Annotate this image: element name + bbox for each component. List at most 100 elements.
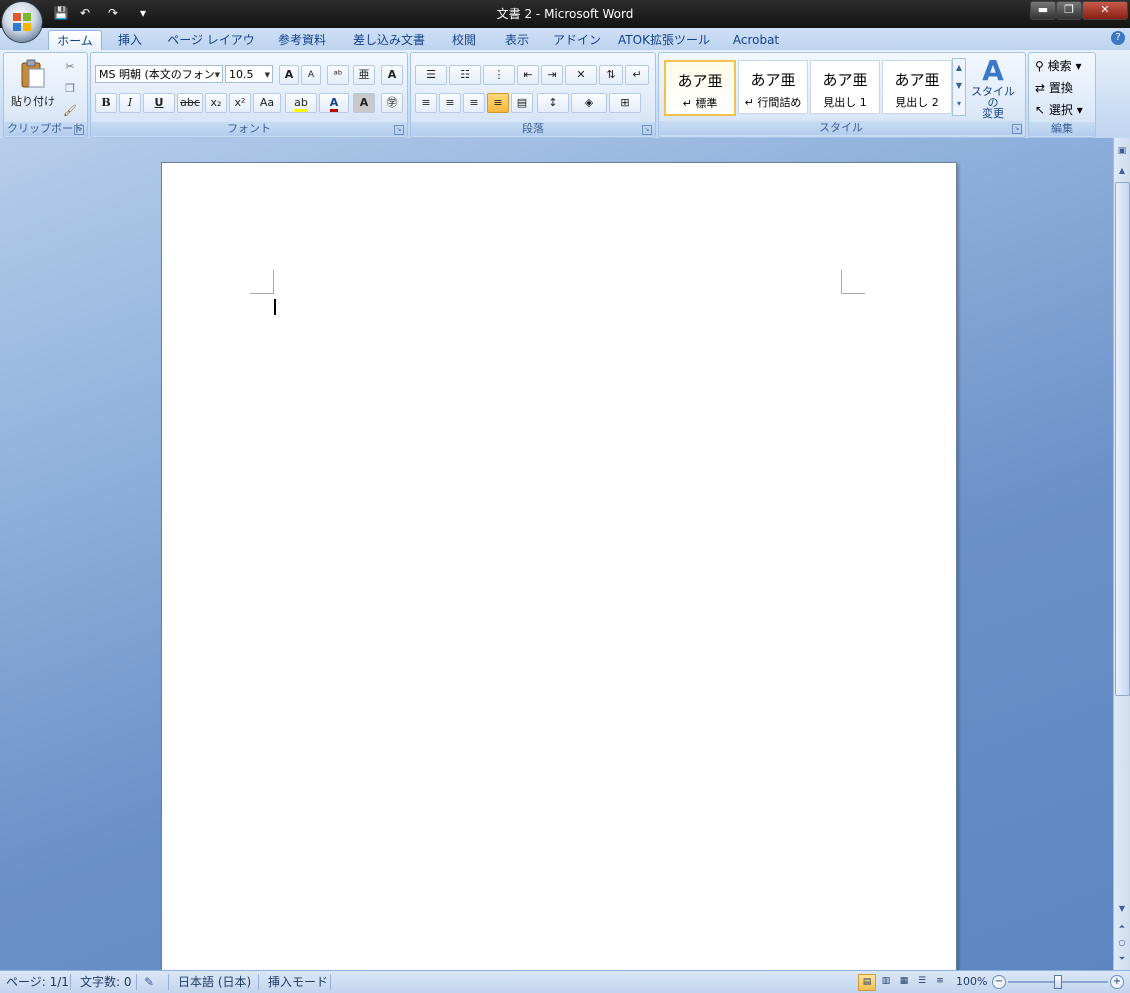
customize-qat-icon[interactable]: ▾ [134, 5, 152, 21]
tab-home[interactable]: ホーム [48, 30, 102, 51]
font-size-combo[interactable]: 10.5 ▼ [225, 65, 273, 83]
minimize-button[interactable]: ▬ [1030, 1, 1056, 20]
zoom-level[interactable]: 100% [956, 974, 987, 990]
clipboard-group: 貼り付け ✂ ❐ 🖌 クリップボード ↘ [3, 52, 88, 138]
subscript-button[interactable]: x₂ [205, 93, 227, 113]
align-center-icon[interactable]: ≡ [439, 93, 461, 113]
language-indicator[interactable]: 日本語 (日本) [178, 974, 251, 990]
style-heading-1[interactable]: あア亜 見出し 1 [810, 60, 880, 114]
change-styles-button[interactable]: A スタイルの 変更 [968, 56, 1018, 120]
restore-button[interactable]: ❐ [1056, 1, 1082, 20]
next-page-icon[interactable]: ⏷ [1116, 954, 1128, 966]
italic-button[interactable]: I [119, 93, 141, 113]
redo-icon[interactable]: ↷ [104, 5, 122, 21]
undo-icon[interactable]: ↶ [76, 5, 94, 21]
browse-object-icon[interactable]: ○ [1116, 938, 1128, 950]
clipboard-launcher-icon[interactable]: ↘ [74, 125, 84, 135]
tab-page-layout[interactable]: ページ レイアウト [162, 30, 260, 67]
scroll-thumb[interactable] [1115, 182, 1130, 696]
tab-mailings[interactable]: 差し込み文書 [346, 30, 432, 50]
borders-icon[interactable]: ⊞ [609, 93, 641, 113]
clear-format-icon[interactable]: ᵃᵇ [327, 65, 349, 85]
shrink-font-button[interactable]: A [301, 65, 321, 85]
multilevel-list-icon[interactable]: ⋮ [483, 65, 515, 85]
save-icon[interactable]: 💾 [52, 5, 70, 21]
underline-button[interactable]: U [143, 93, 175, 113]
ruler-toggle-icon[interactable]: ▣ [1116, 146, 1128, 160]
bullets-icon[interactable]: ☰ [415, 65, 447, 85]
tab-atok[interactable]: ATOK拡張ツール [616, 30, 712, 50]
change-case-button[interactable]: Aa [253, 93, 281, 113]
document-page[interactable] [161, 162, 957, 984]
zoom-out-icon[interactable]: − [992, 975, 1006, 989]
font-group-label: フォント [91, 122, 407, 136]
zoom-slider-thumb[interactable] [1054, 975, 1062, 989]
word-count[interactable]: 文字数: 0 [80, 974, 132, 990]
zoom-in-icon[interactable]: + [1110, 975, 1124, 989]
status-separator [330, 974, 331, 990]
style-normal[interactable]: あア亜 ↵ 標準 [664, 60, 736, 116]
tab-review[interactable]: 校閲 [444, 30, 484, 50]
select-button[interactable]: ↖ 選択 ▾ [1035, 101, 1093, 119]
tab-references[interactable]: 参考資料 [270, 30, 334, 50]
scroll-up-icon[interactable]: ▲ [1116, 166, 1128, 178]
justify-icon[interactable]: ≡ [487, 93, 509, 113]
copy-icon[interactable]: ❐ [58, 79, 82, 99]
paragraph-launcher-icon[interactable]: ↘ [642, 125, 652, 135]
close-button[interactable]: ✕ [1082, 1, 1128, 20]
draft-icon[interactable]: ≡ [932, 974, 948, 989]
styles-gallery-scroll[interactable]: ▲ ▼ ▾ [952, 58, 966, 116]
strikethrough-button[interactable]: abc [177, 93, 203, 113]
styles-launcher-icon[interactable]: ↘ [1012, 124, 1022, 134]
style-preview: あア亜 [750, 71, 796, 89]
align-right-icon[interactable]: ≡ [463, 93, 485, 113]
style-name: 見出し 2 [895, 96, 939, 109]
title-bar: 文書 2 - Microsoft Word 💾 ↶ ↷ ▾ ▬ ❐ ✕ [0, 0, 1130, 28]
font-name-combo[interactable]: MS 明朝 (本文のフォン ▼ [95, 65, 223, 83]
align-left-icon[interactable]: ≡ [415, 93, 437, 113]
format-painter-icon[interactable]: 🖌 [58, 101, 82, 121]
web-layout-icon[interactable]: ▦ [896, 974, 912, 989]
tab-insert[interactable]: 挿入 [110, 30, 150, 50]
scroll-down-icon[interactable]: ▼ [1116, 904, 1128, 916]
help-icon[interactable]: ? [1111, 31, 1125, 45]
numbering-icon[interactable]: ☷ [449, 65, 481, 85]
insert-mode-indicator[interactable]: 挿入モード [268, 974, 328, 990]
tab-view[interactable]: 表示 [496, 30, 538, 50]
superscript-button[interactable]: x² [229, 93, 251, 113]
font-color-icon[interactable]: A [319, 93, 349, 113]
bold-button[interactable]: B [95, 93, 117, 113]
prev-page-icon[interactable]: ⏶ [1116, 922, 1128, 934]
paste-button[interactable]: 貼り付け [11, 57, 55, 113]
outline-icon[interactable]: ☰ [914, 974, 930, 989]
decrease-indent-icon[interactable]: ⇤ [517, 65, 539, 85]
proofing-icon[interactable]: ✎ [144, 974, 154, 990]
replace-button[interactable]: ⇄ 置換 [1035, 79, 1093, 97]
phonetic-guide-icon[interactable]: 亜 [353, 65, 375, 85]
office-button[interactable] [2, 2, 42, 42]
enclose-char-icon[interactable]: ㊫ [381, 93, 403, 113]
cut-icon[interactable]: ✂ [58, 57, 82, 77]
sort-icon[interactable]: ⇅ [599, 65, 623, 85]
increase-indent-icon[interactable]: ⇥ [541, 65, 563, 85]
grow-font-button[interactable]: A [279, 65, 299, 85]
highlight-color-icon[interactable]: ab [285, 93, 317, 113]
style-no-spacing[interactable]: あア亜 ↵ 行間詰め [738, 60, 808, 114]
asian-layout-icon[interactable]: ✕ [565, 65, 597, 85]
char-shading-icon[interactable]: A [353, 93, 375, 113]
tab-acrobat[interactable]: Acrobat [726, 30, 786, 50]
font-launcher-icon[interactable]: ↘ [394, 125, 404, 135]
find-button[interactable]: ⚲ 検索 ▾ [1035, 57, 1093, 75]
char-border-icon[interactable]: A [381, 65, 403, 85]
page-indicator[interactable]: ページ: 1/1 [6, 974, 69, 990]
office-logo-icon [13, 13, 31, 31]
show-marks-icon[interactable]: ↵ [625, 65, 649, 85]
line-spacing-icon[interactable]: ↕ [537, 93, 569, 113]
tab-addins[interactable]: アドイン [550, 30, 604, 50]
shading-icon[interactable]: ◈ [571, 93, 607, 113]
distribute-icon[interactable]: ▤ [511, 93, 533, 113]
full-screen-reading-icon[interactable]: ▥ [878, 974, 894, 989]
print-layout-icon[interactable]: ▤ [858, 974, 876, 991]
style-heading-2[interactable]: あア亜 見出し 2 [882, 60, 952, 114]
replace-icon: ⇄ [1035, 81, 1046, 95]
